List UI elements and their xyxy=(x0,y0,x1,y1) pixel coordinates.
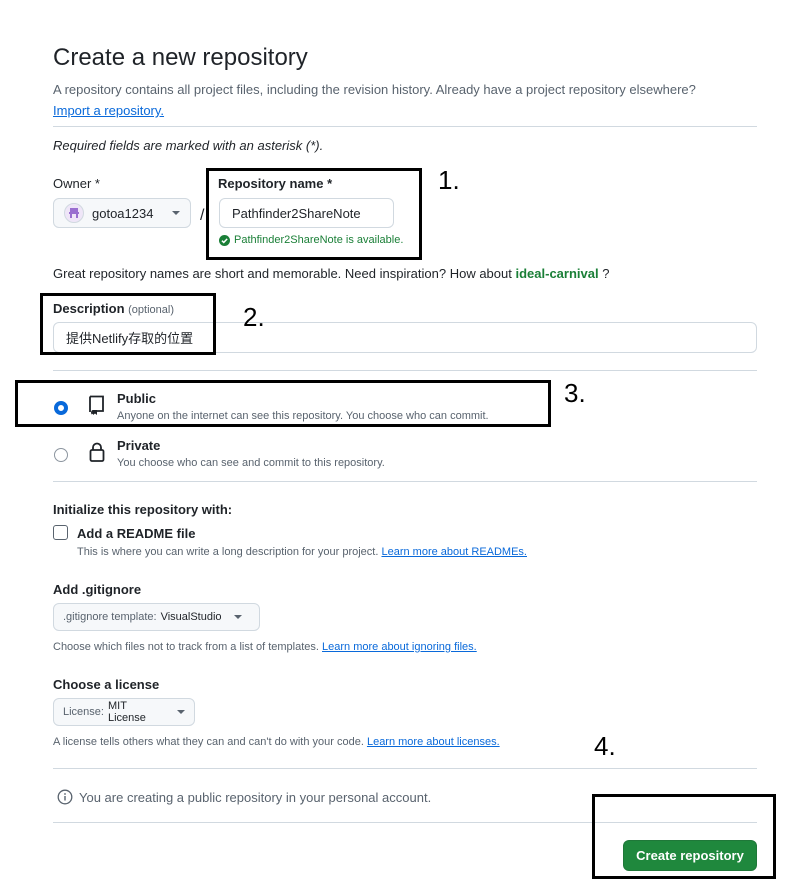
public-repo-notice: You are creating a public repository in … xyxy=(57,789,431,805)
lock-icon xyxy=(89,442,105,462)
private-description: You choose who can see and commit to thi… xyxy=(117,457,385,469)
gitignore-value: VisualStudio xyxy=(160,611,222,623)
annotation-number-3: 3. xyxy=(564,378,586,408)
license-desc: A license tells others what they can and… xyxy=(53,736,364,748)
page-subtitle: A repository contains all project files,… xyxy=(53,79,753,121)
suggestion-suffix: ? xyxy=(602,266,610,281)
annotation-number-4: 4. xyxy=(594,731,616,761)
subtitle-text: A repository contains all project files,… xyxy=(53,82,696,97)
gitignore-prefix: .gitignore template: xyxy=(63,611,157,623)
chevron-down-icon xyxy=(177,710,185,714)
license-help: A license tells others what they can and… xyxy=(53,736,500,748)
license-dropdown[interactable]: License: MIT License xyxy=(53,698,195,726)
divider xyxy=(53,126,757,127)
notice-text: You are creating a public repository in … xyxy=(79,789,432,805)
readme-help: This is where you can write a long descr… xyxy=(77,546,527,558)
gitignore-dropdown[interactable]: .gitignore template: VisualStudio xyxy=(53,603,260,631)
chevron-down-icon xyxy=(233,615,242,619)
readme-learn-more-link[interactable]: Learn more about READMEs. xyxy=(381,546,527,558)
name-suggestion: Great repository names are short and mem… xyxy=(53,266,609,281)
readme-desc: This is where you can write a long descr… xyxy=(77,546,379,558)
annotation-number-1: 1. xyxy=(438,165,460,195)
gitignore-help: Choose which files not to track from a l… xyxy=(53,641,477,653)
suggestion-text: Great repository names are short and mem… xyxy=(53,266,512,281)
annotation-box-4 xyxy=(592,794,776,879)
divider xyxy=(53,481,757,482)
annotation-box-3 xyxy=(15,380,551,427)
readme-checkbox[interactable] xyxy=(53,525,68,540)
required-fields-note: Required fields are marked with an aster… xyxy=(53,138,324,153)
annotation-box-1 xyxy=(206,168,422,260)
chevron-down-icon xyxy=(172,211,180,215)
private-title: Private xyxy=(117,438,161,453)
owner-label: Owner * xyxy=(53,176,100,191)
owner-value: gotoa1234 xyxy=(92,205,154,221)
gitignore-desc: Choose which files not to track from a l… xyxy=(53,641,319,653)
divider xyxy=(53,370,757,371)
owner-dropdown[interactable]: gotoa1234 xyxy=(53,198,191,228)
page-title: Create a new repository xyxy=(53,44,308,71)
divider xyxy=(53,768,757,769)
init-heading: Initialize this repository with: xyxy=(53,502,233,517)
import-repository-link[interactable]: Import a repository. xyxy=(53,103,164,118)
avatar xyxy=(64,203,84,223)
owner-repo-separator: / xyxy=(200,207,205,224)
suggested-name-link[interactable]: ideal-carnival xyxy=(515,266,598,281)
gitignore-learn-more-link[interactable]: Learn more about ignoring files. xyxy=(322,641,477,653)
license-prefix: License: xyxy=(63,706,104,718)
license-learn-more-link[interactable]: Learn more about licenses. xyxy=(367,736,500,748)
annotation-number-2: 2. xyxy=(243,302,265,332)
license-value: MIT License xyxy=(107,700,146,724)
license-heading: Choose a license xyxy=(53,677,160,692)
private-radio[interactable] xyxy=(54,448,68,462)
annotation-box-2 xyxy=(40,293,216,355)
readme-label: Add a README file xyxy=(77,526,196,541)
info-icon xyxy=(57,789,73,805)
gitignore-heading: Add .gitignore xyxy=(53,582,142,597)
